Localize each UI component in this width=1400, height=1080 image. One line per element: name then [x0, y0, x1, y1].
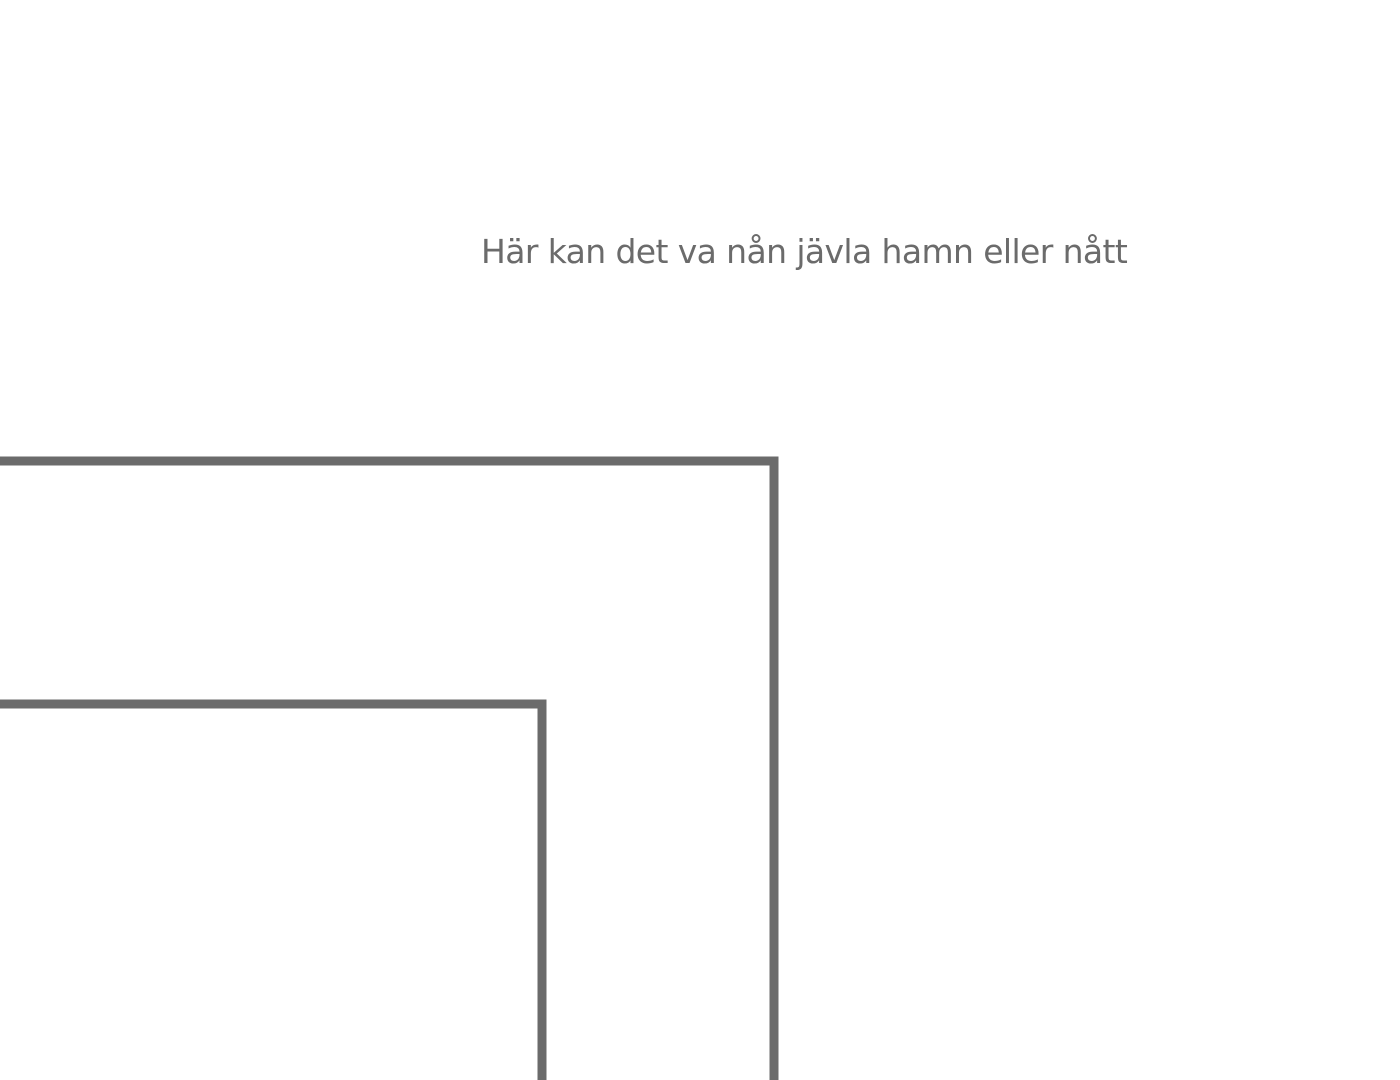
inner-wall-line: [0, 699, 547, 1080]
outer-wall-line: [0, 456, 779, 1080]
wall-lines: [0, 456, 779, 1080]
diagram-canvas: Här kan det va nån jävla hamn eller nått: [0, 0, 1400, 1080]
